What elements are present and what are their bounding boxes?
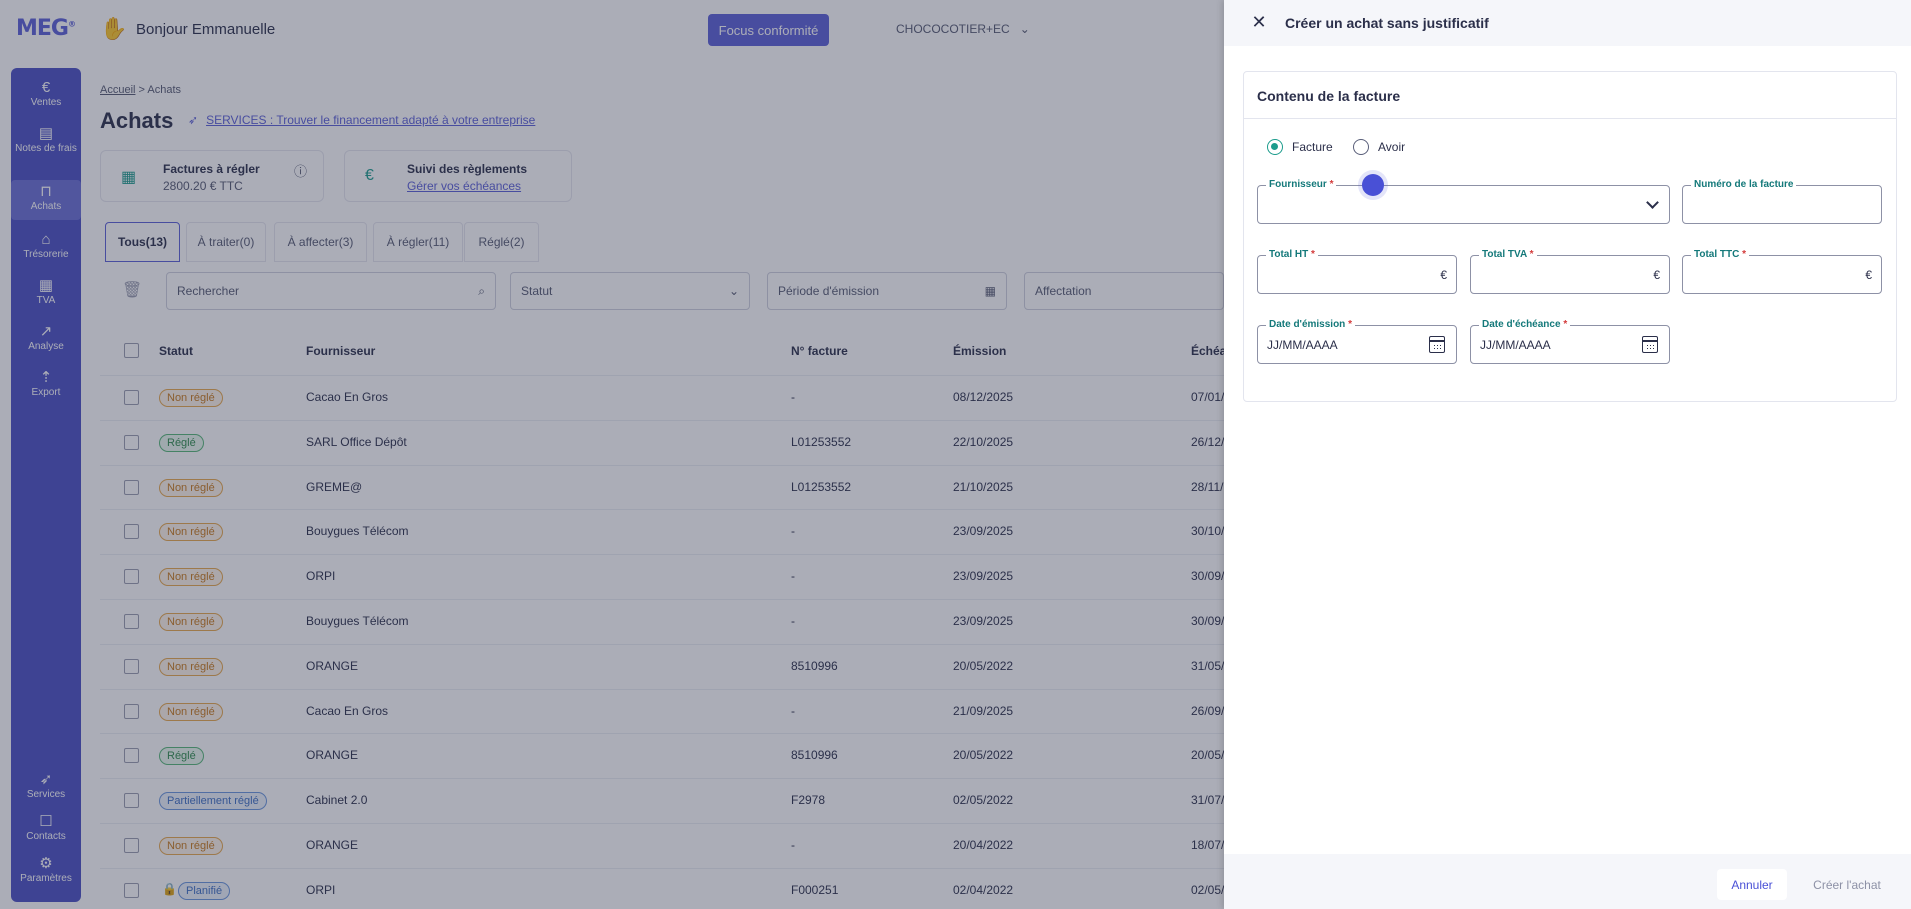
invoice-content-panel: Contenu de la facture Facture Avoir Four… xyxy=(1243,71,1897,402)
modal-backdrop[interactable] xyxy=(0,0,1224,909)
calendar-icon[interactable] xyxy=(1429,336,1445,353)
supplier-select[interactable]: Fournisseur * xyxy=(1257,179,1670,224)
credit-note-radio[interactable]: Avoir xyxy=(1353,139,1405,155)
create-purchase-drawer: ✕ Créer un achat sans justificatif Conte… xyxy=(1224,0,1911,909)
cancel-button[interactable]: Annuler xyxy=(1717,869,1787,900)
invoice-radio[interactable]: Facture xyxy=(1267,139,1333,155)
drawer-title: Créer un achat sans justificatif xyxy=(1285,15,1489,31)
currency-suffix: € xyxy=(1865,268,1872,282)
close-icon[interactable]: ✕ xyxy=(1250,13,1268,31)
invoice-radio-label: Facture xyxy=(1292,140,1333,154)
due-date-input[interactable] xyxy=(1471,326,1669,363)
section-divider xyxy=(1244,118,1896,119)
total-ttc-input[interactable] xyxy=(1683,256,1881,293)
radio-checked-icon xyxy=(1267,139,1283,155)
drawer-footer: Annuler Créer l'achat xyxy=(1224,854,1911,909)
total-tva-input[interactable] xyxy=(1471,256,1669,293)
section-title: Contenu de la facture xyxy=(1257,88,1401,104)
radio-unchecked-icon xyxy=(1353,139,1369,155)
issue-date-input[interactable] xyxy=(1258,326,1456,363)
total-tva-field[interactable]: Total TVA * € xyxy=(1470,249,1670,294)
invoice-number-input[interactable] xyxy=(1683,186,1881,223)
calendar-icon[interactable] xyxy=(1642,336,1658,353)
total-ttc-field[interactable]: Total TTC * € xyxy=(1682,249,1882,294)
create-purchase-button[interactable]: Créer l'achat xyxy=(1797,869,1897,900)
drawer-header: ✕ Créer un achat sans justificatif xyxy=(1224,0,1911,46)
supplier-label: Fournisseur * xyxy=(1266,179,1337,190)
total-ht-field[interactable]: Total HT * € xyxy=(1257,249,1457,294)
credit-note-radio-label: Avoir xyxy=(1378,140,1406,154)
currency-suffix: € xyxy=(1653,268,1660,282)
invoice-number-field[interactable]: Numéro de la facture xyxy=(1682,179,1882,224)
mouse-cursor-indicator xyxy=(1362,174,1384,196)
total-ht-input[interactable] xyxy=(1258,256,1456,293)
currency-suffix: € xyxy=(1440,268,1447,282)
issue-date-field[interactable]: Date d'émission * xyxy=(1257,319,1457,364)
chevron-down-icon xyxy=(1646,196,1659,209)
due-date-field[interactable]: Date d'échéance * xyxy=(1470,319,1670,364)
